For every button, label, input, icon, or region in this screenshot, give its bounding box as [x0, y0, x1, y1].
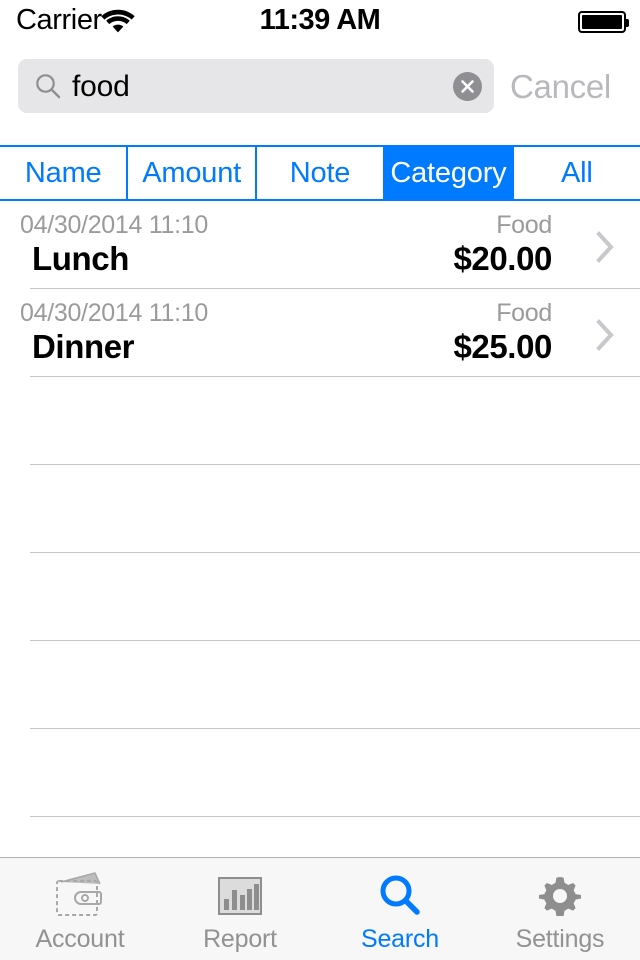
segment-category[interactable]: Category — [385, 147, 514, 199]
gear-icon — [529, 868, 591, 924]
row-amount: $20.00 — [453, 240, 552, 277]
transaction-list[interactable]: 04/30/2014 11:10 Lunch Food $20.00 04/30… — [0, 201, 640, 857]
row-category: Food — [496, 211, 552, 239]
search-input-value: food — [72, 70, 130, 103]
segment-note[interactable]: Note — [256, 147, 386, 199]
cancel-button[interactable]: Cancel — [510, 59, 611, 113]
row-category: Food — [496, 299, 552, 327]
bar-chart-icon — [209, 868, 271, 924]
app-screen: Carrier 11:39 AM food Cancel Name Amount… — [0, 0, 640, 960]
row-date: 04/30/2014 11:10 — [20, 299, 208, 327]
segment-all[interactable]: All — [513, 147, 640, 199]
tab-account[interactable]: Account — [0, 858, 160, 960]
status-time: 11:39 AM — [259, 4, 381, 36]
tab-label-settings: Settings — [515, 925, 605, 953]
segment-name[interactable]: Name — [0, 147, 129, 199]
segment-amount[interactable]: Amount — [128, 147, 257, 199]
row-title: Dinner — [32, 328, 135, 365]
table-row[interactable]: 04/30/2014 11:10 Dinner Food $25.00 — [0, 289, 640, 377]
empty-row — [0, 817, 640, 857]
tab-label-account: Account — [35, 925, 125, 953]
tab-search[interactable]: Search — [320, 858, 480, 960]
empty-row — [0, 729, 640, 817]
search-bar: food Cancel — [0, 40, 640, 144]
chevron-right-icon — [596, 319, 616, 351]
clear-circle-icon[interactable] — [453, 72, 482, 101]
search-icon — [34, 72, 62, 100]
row-date: 04/30/2014 11:10 — [20, 211, 208, 239]
row-amount: $25.00 — [453, 328, 552, 365]
empty-row — [0, 377, 640, 465]
tab-settings[interactable]: Settings — [480, 858, 640, 960]
row-title: Lunch — [32, 240, 129, 277]
search-icon — [369, 868, 431, 924]
tab-bar: Account Report Search Settings — [0, 857, 640, 960]
search-scope-segmented-control: Name Amount Note Category All — [0, 145, 640, 201]
tab-label-report: Report — [203, 925, 277, 953]
tab-report[interactable]: Report — [160, 858, 320, 960]
chevron-right-icon — [596, 231, 616, 263]
empty-row — [0, 553, 640, 641]
search-input[interactable]: food — [18, 59, 494, 113]
empty-row — [0, 465, 640, 553]
table-row[interactable]: 04/30/2014 11:10 Lunch Food $20.00 — [0, 201, 640, 289]
battery-full-icon — [578, 11, 629, 33]
wallet-icon — [49, 868, 111, 924]
empty-row — [0, 641, 640, 729]
tab-label-search: Search — [360, 925, 439, 953]
status-bar: Carrier 11:39 AM — [0, 0, 640, 40]
